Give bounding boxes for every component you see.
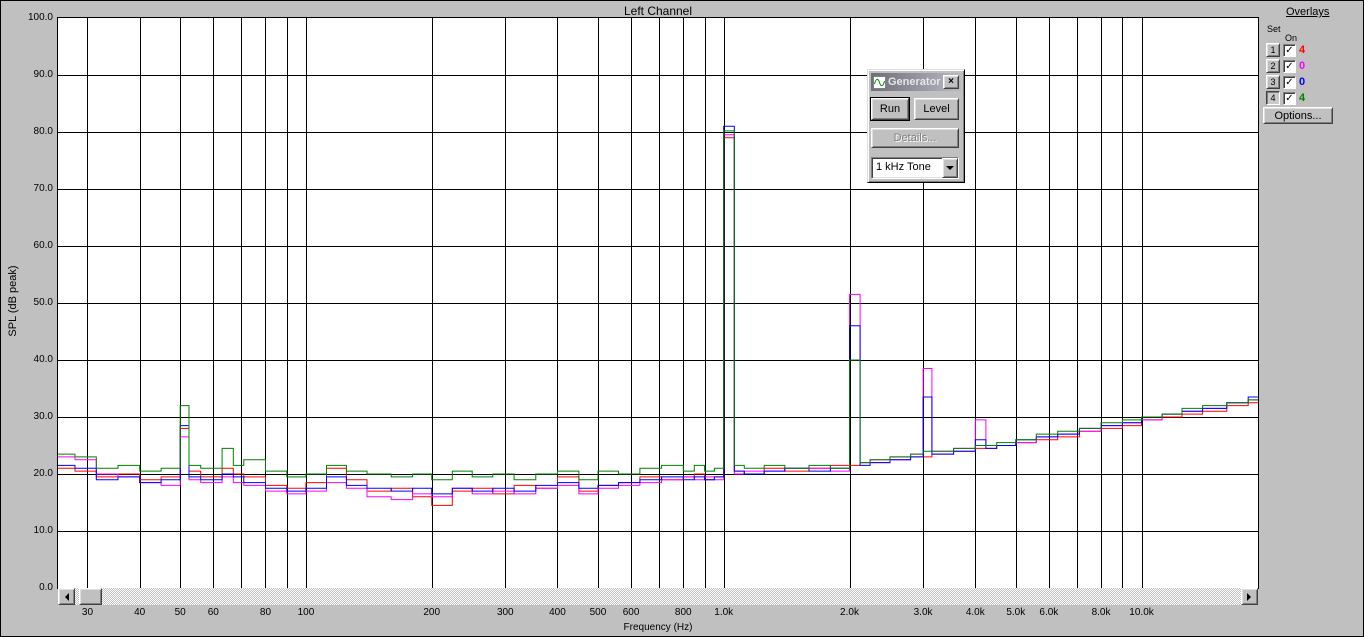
y-tick-label: 80.0 [33, 126, 53, 137]
overlay-set-button-2[interactable]: 2 [1266, 59, 1280, 73]
x-tick-label: 2.0k [840, 607, 859, 618]
signal-combobox[interactable]: 1 kHz Tone [871, 157, 959, 179]
overlay-set-button-1[interactable]: 1 [1266, 43, 1280, 57]
x-tick-label: 50 [174, 607, 186, 618]
generator-titlebar[interactable]: Generator × [871, 73, 961, 91]
overlay-on-checkbox-4[interactable]: ✓ [1283, 91, 1296, 105]
signal-combobox-value: 1 kHz Tone [876, 161, 931, 173]
scrollbar-thumb[interactable] [79, 588, 102, 605]
overlay-set-button-4[interactable]: 4 [1266, 91, 1280, 105]
options-button[interactable]: Options... [1263, 107, 1333, 124]
y-tick-label: 50.0 [33, 297, 53, 308]
x-tick-label: 800 [674, 607, 692, 618]
y-tick-label: 100.0 [27, 12, 53, 23]
overlay-on-checkbox-1[interactable]: ✓ [1283, 43, 1296, 57]
y-tick-label: 10.0 [33, 525, 53, 536]
scroll-left-icon [61, 592, 69, 601]
plot-svg [58, 18, 1258, 588]
horizontal-scrollbar [58, 588, 1258, 605]
y-tick-label: 30.0 [33, 411, 53, 422]
scroll-right-icon [1247, 592, 1255, 601]
x-tick-label: 30 [81, 607, 94, 618]
overlay-on-checkbox-3[interactable]: ✓ [1283, 75, 1296, 89]
overlay-row: 4 ✓ 4 [1266, 90, 1311, 106]
scroll-left-button[interactable] [58, 588, 75, 605]
overlay-row: 1 ✓ 4 [1266, 42, 1311, 58]
scrollbar-track[interactable] [75, 588, 1241, 605]
chevron-down-icon [946, 165, 954, 174]
y-tick-label: 70.0 [33, 183, 53, 194]
details-button[interactable]: Details... [871, 128, 959, 148]
x-tick-label: 100 [297, 607, 315, 618]
generator-button-row: Run Level [870, 97, 961, 121]
x-tick-label: 10.0k [1129, 607, 1154, 618]
x-tick-label: 1.0k [714, 607, 734, 618]
app-window: { "generator_dialog": { "title": "Genera… [0, 0, 1364, 637]
y-tick-label: 60.0 [33, 240, 53, 251]
y-tick-label: 40.0 [33, 354, 53, 365]
overlay-count-3: 0 [1299, 76, 1306, 88]
y-tick-label: 0.0 [39, 582, 53, 593]
overlays-title: Overlays [1286, 6, 1330, 18]
generator-title: Generator [888, 76, 941, 88]
x-tick-label: 8.0k [1091, 607, 1111, 618]
close-icon[interactable]: × [943, 75, 959, 89]
scroll-right-button[interactable] [1241, 588, 1258, 605]
overlays-set-header: Set [1267, 24, 1281, 34]
generator-icon [873, 75, 886, 89]
overlay-count-4: 4 [1299, 92, 1306, 104]
x-tick-label: 4.0k [965, 607, 985, 618]
x-tick-label: 400 [549, 607, 566, 618]
overlay-count-1: 4 [1299, 44, 1306, 56]
overlay-set-button-3[interactable]: 3 [1266, 75, 1280, 89]
x-tick-label: 40 [134, 607, 146, 618]
chart-title: Left Channel [623, 4, 693, 18]
x-tick-label: 60 [207, 607, 219, 618]
y-tick-label: 20.0 [33, 468, 53, 479]
overlay-row: 2 ✓ 0 [1266, 58, 1311, 74]
overlay-row: 3 ✓ 0 [1266, 74, 1311, 90]
x-tick-label: 80 [259, 607, 272, 618]
overlay-rows: 1 ✓ 4 2 ✓ 0 3 ✓ 0 4 ✓ 4 [1266, 42, 1311, 106]
generator-dialog: Generator × Run Level Details... 1 kHz T… [867, 69, 965, 183]
run-button[interactable]: Run [870, 97, 910, 121]
x-tick-label: 6.0k [1039, 607, 1059, 618]
x-tick-label: 3.0k [913, 607, 933, 618]
x-tick-label: 500 [589, 607, 607, 618]
x-tick-labels: 30 40 50 60 80 100 200 300 400 500 600 800 1.0k 2.0k 3… [58, 607, 1258, 621]
overlay-count-2: 0 [1299, 60, 1306, 72]
plot-area [57, 17, 1259, 589]
x-axis-label: Frequency (Hz) [623, 622, 693, 633]
overlay-on-checkbox-2[interactable]: ✓ [1283, 59, 1296, 73]
x-tick-label: 5.0k [1006, 607, 1026, 618]
y-tick-label: 90.0 [33, 69, 53, 80]
x-tick-label: 200 [423, 607, 441, 618]
combobox-dropdown-button[interactable] [942, 158, 958, 178]
x-tick-label: 600 [622, 607, 640, 618]
x-tick-label: 300 [496, 607, 514, 618]
level-button[interactable]: Level [914, 98, 959, 120]
